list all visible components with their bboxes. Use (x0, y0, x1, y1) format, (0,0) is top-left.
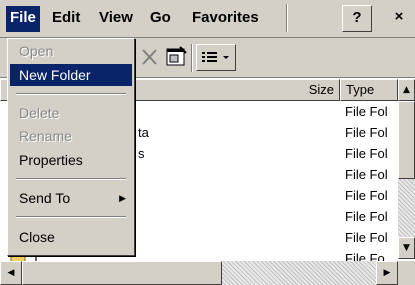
menu-separator (16, 216, 126, 218)
menu-edit[interactable]: Edit (48, 6, 84, 32)
help-button[interactable]: ? (342, 5, 372, 32)
menu-bar: File Edit View Go Favorites ? × (0, 0, 415, 38)
scroll-down-icon[interactable]: ▼ (398, 237, 415, 259)
menu-item-new-folder[interactable]: New Folder (10, 64, 132, 86)
file-menu: Open New Folder Delete Rename Properties… (7, 38, 135, 256)
menu-file[interactable]: File (6, 6, 40, 32)
menu-item-properties[interactable]: Properties (10, 149, 132, 171)
scroll-left-icon[interactable]: ◀ (0, 261, 22, 285)
close-button[interactable]: × (384, 5, 414, 32)
menu-go[interactable]: Go (146, 6, 175, 32)
menu-item-close[interactable]: Close (10, 226, 132, 248)
view-menu-icon[interactable] (196, 44, 236, 71)
menu-view[interactable]: View (95, 6, 137, 32)
menubar-separator (286, 4, 288, 32)
scrollbar-corner (398, 261, 415, 285)
scroll-up-icon[interactable]: ▲ (398, 79, 415, 101)
vertical-scroll-thumb[interactable] (398, 101, 415, 179)
scroll-right-icon[interactable]: ▶ (376, 261, 398, 285)
menu-item-rename[interactable]: Rename (10, 125, 132, 147)
column-size-header[interactable]: Size (130, 79, 340, 101)
horizontal-scrollbar[interactable]: ◀ ▶ (0, 261, 398, 285)
column-type-header[interactable]: Type (340, 79, 398, 101)
toolbar-separator (191, 44, 193, 72)
menu-separator (16, 93, 126, 95)
menu-item-send-to[interactable]: Send To ▶ (10, 187, 132, 209)
vertical-scrollbar[interactable]: ▲ ▼ (398, 79, 415, 259)
menu-item-delete[interactable]: Delete (10, 102, 132, 124)
submenu-arrow-icon: ▶ (119, 193, 126, 203)
menu-item-open[interactable]: Open (10, 40, 132, 62)
menu-favorites[interactable]: Favorites (188, 6, 263, 32)
menu-separator (16, 178, 126, 180)
delete-icon[interactable] (138, 44, 162, 71)
horizontal-scroll-thumb[interactable] (22, 261, 222, 285)
properties-icon[interactable] (164, 44, 188, 71)
